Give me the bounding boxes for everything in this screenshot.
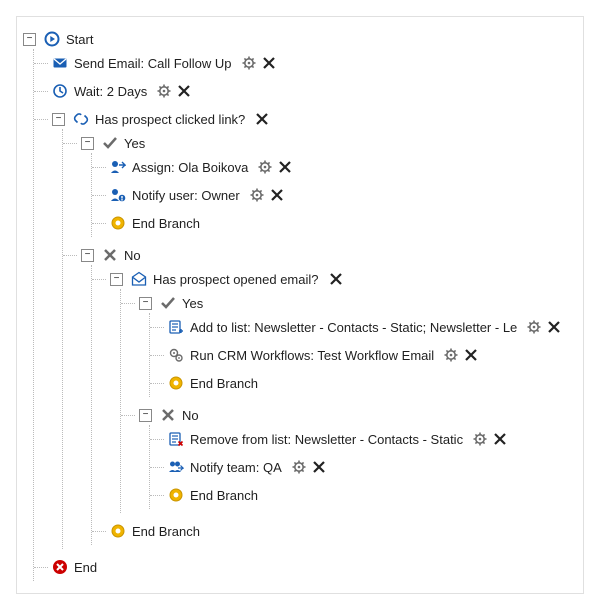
- end-branch-icon: [110, 215, 126, 231]
- x-icon: [160, 407, 176, 423]
- check-icon: [160, 295, 176, 311]
- condition-opened-label: Has prospect opened email?: [153, 272, 319, 287]
- wait-label: Wait: 2 Days: [74, 84, 147, 99]
- run-crm-label: Run CRM Workflows: Test Workflow Email: [190, 348, 434, 363]
- check-icon: [102, 135, 118, 151]
- notify-team-node[interactable]: Notify team: QA: [168, 457, 577, 477]
- end-branch-label: End Branch: [132, 216, 200, 231]
- branch-yes[interactable]: − Yes: [81, 133, 577, 153]
- notify-team-label: Notify team: QA: [190, 460, 282, 475]
- delete-button[interactable]: [255, 112, 269, 126]
- end-icon: [52, 559, 68, 575]
- branch-no[interactable]: − No: [81, 245, 577, 265]
- delete-button[interactable]: [329, 272, 343, 286]
- end-branch-node[interactable]: End Branch: [110, 213, 577, 233]
- remove-from-list-node[interactable]: Remove from list: Newsletter - Contacts …: [168, 429, 577, 449]
- delete-button[interactable]: [464, 348, 478, 362]
- notify-user-node[interactable]: Notify user: Owner: [110, 185, 577, 205]
- wait-node[interactable]: Wait: 2 Days: [52, 81, 577, 101]
- settings-button[interactable]: [473, 432, 487, 446]
- expander[interactable]: −: [139, 409, 152, 422]
- run-crm-node[interactable]: Run CRM Workflows: Test Workflow Email: [168, 345, 577, 365]
- start-node[interactable]: − Start: [23, 29, 577, 49]
- delete-button[interactable]: [278, 160, 292, 174]
- settings-button[interactable]: [527, 320, 541, 334]
- list-add-icon: [168, 319, 184, 335]
- notify-user-icon: [110, 187, 126, 203]
- end-node[interactable]: End: [52, 557, 577, 577]
- branch-no-label: No: [182, 408, 199, 423]
- condition-clicked-node[interactable]: − Has prospect clicked link?: [52, 109, 577, 129]
- send-email-label: Send Email: Call Follow Up: [74, 56, 232, 71]
- end-label: End: [74, 560, 97, 575]
- settings-button[interactable]: [444, 348, 458, 362]
- clock-icon: [52, 83, 68, 99]
- branch-no-label: No: [124, 248, 141, 263]
- settings-button[interactable]: [250, 188, 264, 202]
- settings-button[interactable]: [242, 56, 256, 70]
- expander[interactable]: −: [81, 137, 94, 150]
- settings-button[interactable]: [157, 84, 171, 98]
- mail-open-icon: [131, 271, 147, 287]
- mail-icon: [52, 55, 68, 71]
- workflow-tree: − Start Send Email: Call Follow Up: [16, 16, 584, 594]
- remove-from-list-label: Remove from list: Newsletter - Contacts …: [190, 432, 463, 447]
- expander[interactable]: −: [23, 33, 36, 46]
- x-icon: [102, 247, 118, 263]
- start-label: Start: [66, 32, 93, 47]
- end-branch-icon: [110, 523, 126, 539]
- condition-opened-node[interactable]: − Has prospect opened email?: [110, 269, 577, 289]
- add-to-list-node[interactable]: Add to list: Newsletter - Contacts - Sta…: [168, 317, 577, 337]
- assign-label: Assign: Ola Boikova: [132, 160, 248, 175]
- expander[interactable]: −: [110, 273, 123, 286]
- delete-button[interactable]: [312, 460, 326, 474]
- branch-yes-label: Yes: [182, 296, 203, 311]
- send-email-node[interactable]: Send Email: Call Follow Up: [52, 53, 577, 73]
- end-branch-node[interactable]: End Branch: [168, 485, 577, 505]
- expander[interactable]: −: [81, 249, 94, 262]
- delete-button[interactable]: [547, 320, 561, 334]
- notify-team-icon: [168, 459, 184, 475]
- end-branch-label: End Branch: [190, 488, 258, 503]
- settings-button[interactable]: [292, 460, 306, 474]
- link-icon: [73, 111, 89, 127]
- settings-button[interactable]: [258, 160, 272, 174]
- condition-clicked-label: Has prospect clicked link?: [95, 112, 245, 127]
- play-icon: [44, 31, 60, 47]
- expander[interactable]: −: [139, 297, 152, 310]
- delete-button[interactable]: [270, 188, 284, 202]
- end-branch-node[interactable]: End Branch: [168, 373, 577, 393]
- expander[interactable]: −: [52, 113, 65, 126]
- delete-button[interactable]: [493, 432, 507, 446]
- end-branch-label: End Branch: [132, 524, 200, 539]
- end-branch-label: End Branch: [190, 376, 258, 391]
- assign-icon: [110, 159, 126, 175]
- end-branch-icon: [168, 487, 184, 503]
- branch-no[interactable]: − No: [139, 405, 577, 425]
- end-branch-node[interactable]: End Branch: [110, 521, 577, 541]
- end-branch-icon: [168, 375, 184, 391]
- assign-node[interactable]: Assign: Ola Boikova: [110, 157, 577, 177]
- delete-button[interactable]: [262, 56, 276, 70]
- branch-yes[interactable]: − Yes: [139, 293, 577, 313]
- add-to-list-label: Add to list: Newsletter - Contacts - Sta…: [190, 320, 517, 335]
- gear-cluster-icon: [168, 347, 184, 363]
- branch-yes-label: Yes: [124, 136, 145, 151]
- delete-button[interactable]: [177, 84, 191, 98]
- notify-user-label: Notify user: Owner: [132, 188, 240, 203]
- list-remove-icon: [168, 431, 184, 447]
